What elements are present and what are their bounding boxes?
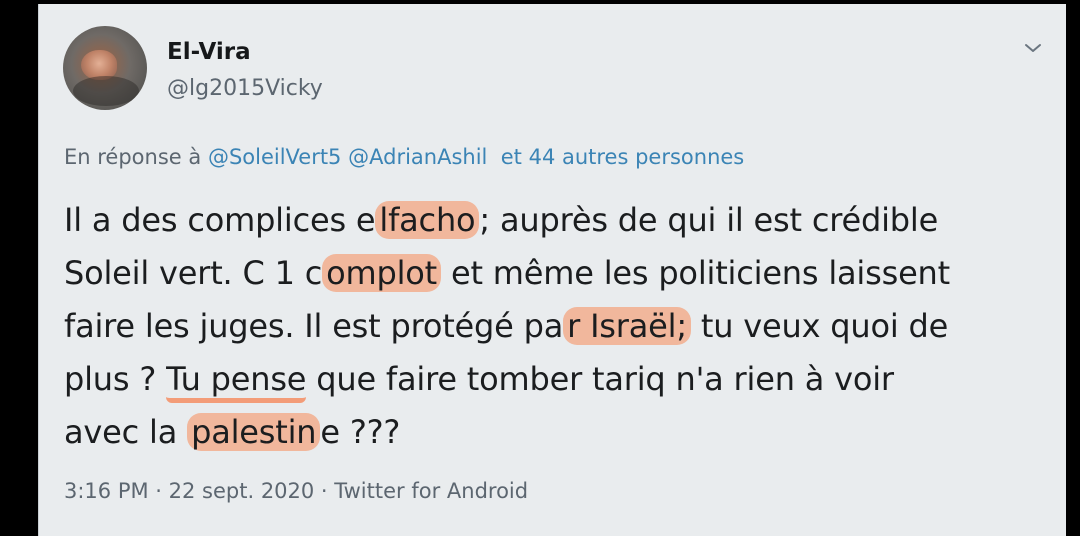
- avatar[interactable]: [63, 26, 147, 110]
- tweet-text: Il a des complices e lfacho; auprès de qu…: [64, 194, 1054, 459]
- highlighted-word: lfacho: [375, 201, 480, 239]
- highlighted-word: palestin: [187, 413, 321, 451]
- highlighted-word: omplot: [322, 254, 442, 292]
- reply-mention-soleilvert5[interactable]: @SoleilVert5: [208, 145, 342, 169]
- tweet-text-line: faire les juges. Il est protégé pa r Isra…: [64, 300, 1054, 353]
- text-segment: tu veux quoi de: [690, 307, 949, 345]
- display-name[interactable]: El-Vira: [167, 39, 251, 65]
- text-segment: Il a des complices e: [64, 201, 376, 239]
- reply-prefix: En réponse à: [64, 145, 202, 169]
- text-segment: que faire tomber tariq n'a rien à voir: [306, 360, 894, 398]
- avatar-image-shade: [73, 76, 139, 106]
- text-segment: et même les politiciens laissent: [441, 254, 950, 292]
- text-segment: ; auprès de qui il est crédible: [479, 201, 939, 239]
- user-handle[interactable]: @lg2015Vicky: [167, 76, 323, 101]
- screenshot-frame: El-Vira @lg2015Vicky En réponse à @Solei…: [0, 0, 1080, 536]
- reply-mention-adrianashil[interactable]: @AdrianAshil: [348, 145, 487, 169]
- tweet-text-line: avec la palestin e ???: [64, 406, 1054, 459]
- text-segment: avec la: [64, 413, 188, 451]
- tweet-text-line: Il a des complices e lfacho; auprès de qu…: [64, 194, 1054, 247]
- highlighted-word: r Israël;: [563, 307, 691, 345]
- reply-context: En réponse à @SoleilVert5 @AdrianAshil e…: [64, 145, 744, 169]
- reply-others-link[interactable]: et 44 autres personnes: [501, 145, 745, 169]
- text-segment: e ???: [320, 413, 401, 451]
- tweet-text-line: Soleil vert. C 1 c omplot et même les pol…: [64, 247, 1054, 300]
- chevron-down-icon[interactable]: [1021, 36, 1045, 60]
- text-segment: faire les juges. Il est protégé pa: [64, 307, 564, 345]
- tweet-text-line: plus ? Tu pense que faire tomber tariq n…: [64, 353, 1054, 406]
- tweet-card: El-Vira @lg2015Vicky En réponse à @Solei…: [38, 4, 1066, 536]
- text-segment: plus ?: [64, 360, 167, 398]
- underlined-words: Tu pense: [166, 360, 306, 403]
- tweet-timestamp[interactable]: 3:16 PM · 22 sept. 2020 · Twitter for An…: [64, 479, 528, 503]
- text-segment: Soleil vert. C 1 c: [64, 254, 323, 292]
